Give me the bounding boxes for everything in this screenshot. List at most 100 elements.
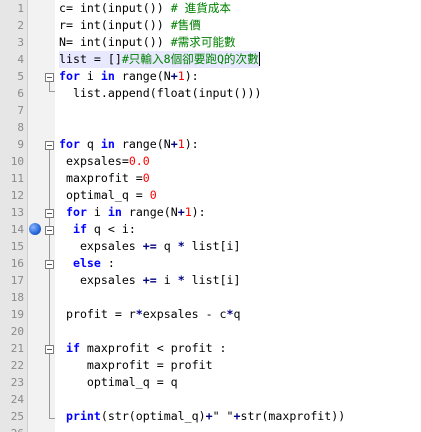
line-number: 5 [17,70,24,83]
code-line[interactable]: 2 r= int(input()) #售價 [0,17,421,34]
code-comment: #需求可能數 [170,35,236,49]
code-text[interactable]: optimal_q = 0 [59,187,157,204]
fold-end [49,91,55,92]
code-keyword: print [65,409,101,423]
code-token: q [233,307,241,321]
line-number: 15 [10,240,24,253]
code-line[interactable]: 5 for i in range(N+1): [0,68,421,85]
code-text[interactable]: expsales += q * list[i] [59,238,241,255]
code-keyword: in [100,69,115,83]
code-line[interactable]: 16 else : [0,255,421,272]
code-text[interactable]: optimal_q = q [59,374,178,391]
code-line[interactable]: 4 list = []#只輸入8個卻要跑Q的次數 [0,51,421,68]
code-operator: * [226,307,234,321]
code-line[interactable]: 25 print(str(optimal_q)+" "+str(maxprofi… [0,408,421,425]
code-token: range(N [121,205,178,219]
code-text[interactable]: maxprofit = profit [59,357,213,374]
code-operator: * [135,307,143,321]
code-text[interactable]: for i in range(N+1): [59,68,199,85]
code-operator: + [205,409,213,423]
code-keyword: in [100,137,115,151]
fold-toggle-icon[interactable] [45,209,54,218]
code-token: maxprofit < profit : [79,341,227,355]
bookmark-icon[interactable] [29,223,41,235]
code-line[interactable]: 13 for i in range(N+1): [0,204,421,221]
code-text[interactable]: maxprofit =0 [59,170,150,187]
code-line[interactable]: 1 c= int(input()) # 進貨成本 [0,0,421,17]
code-line[interactable]: 24 [0,391,421,408]
code-token: ): [191,205,206,219]
code-token: profit = r [59,307,136,321]
code-token: r= int(input()) [59,18,171,32]
fold-line [49,150,50,419]
code-comment: # 進貨成本 [170,1,232,15]
fold-toggle-icon[interactable] [45,226,54,235]
code-line[interactable]: 15 expsales += q * list[i] [0,238,421,255]
code-line[interactable]: 7 [0,102,421,119]
code-text[interactable]: c= int(input()) # 進貨成本 [59,0,231,17]
code-operator: + [233,409,241,423]
line-number: 26 [0,425,24,432]
code-editor[interactable]: 1 c= int(input()) # 進貨成本 2 r= int(input()) … [0,0,421,432]
code-token: expsales= [59,154,129,168]
fold-end [49,418,55,419]
code-line[interactable]: 17 expsales += i * list[i] [0,272,421,289]
code-token: list[i] [184,273,241,287]
code-text[interactable]: expsales += i * list[i] [59,272,241,289]
code-line[interactable]: 12 optimal_q = 0 [0,187,421,204]
line-number: 6 [17,87,24,100]
line-number: 13 [10,206,24,219]
code-text[interactable]: else : [59,255,115,272]
code-text[interactable]: list.append(float(input())) [59,85,261,102]
code-operator: + [177,205,185,219]
code-token: list[i] [184,239,241,253]
code-text[interactable]: print(str(optimal_q)+" "+str(maxprofit)) [59,408,345,425]
code-operator: * [177,239,185,253]
code-line[interactable]: 23 optimal_q = q [0,374,421,391]
line-number: 25 [10,410,24,423]
code-line[interactable]: 9 for q in range(N+1): [0,136,421,153]
code-text[interactable]: profit = r*expsales - c*q [59,306,241,323]
fold-toggle-icon[interactable] [45,141,54,150]
code-token: N= int(input()) [59,35,171,49]
code-text[interactable]: expsales=0.0 [59,153,150,170]
code-line[interactable]: 8 [0,119,421,136]
fold-toggle-icon[interactable] [45,345,54,354]
fold-toggle-icon[interactable] [45,73,54,82]
line-number: 4 [17,53,24,66]
code-line[interactable]: 14 if q < i: [0,221,421,238]
code-line[interactable]: 11 maxprofit =0 [0,170,421,187]
text-caret [258,52,260,66]
code-line[interactable]: 19 profit = r*expsales - c*q [0,306,421,323]
code-token: list = [] [59,52,122,66]
code-line[interactable]: 3 N= int(input()) #需求可能數 [0,34,421,51]
code-line[interactable]: 21 if maxprofit < profit : [0,340,421,357]
code-number: 0 [149,188,157,202]
code-line[interactable]: 20 [0,323,421,340]
code-operator: += [142,273,157,287]
code-token: ): [184,137,199,151]
code-line[interactable]: 22 maxprofit = profit [0,357,421,374]
code-token: range(N [114,69,171,83]
code-text[interactable]: r= int(input()) #售價 [59,17,201,34]
code-token: expsales [59,273,143,287]
code-token: i [79,69,101,83]
code-line[interactable]: 18 [0,289,421,306]
fold-toggle-icon[interactable] [45,260,54,269]
code-token: maxprofit = profit [59,358,213,372]
code-token: optimal_q = [59,188,150,202]
code-keyword: if [72,222,87,236]
code-text[interactable]: if maxprofit < profit : [59,340,227,357]
code-text[interactable]: if q < i: [59,221,136,238]
code-number: 0 [142,171,150,185]
code-text[interactable]: for i in range(N+1): [59,204,206,221]
code-line[interactable]: 6 list.append(float(input())) [0,85,421,102]
code-line[interactable]: 26 [0,425,421,432]
code-token: q [156,239,178,253]
code-text[interactable]: N= int(input()) #需求可能數 [59,34,236,51]
code-text[interactable]: for q in range(N+1): [59,136,199,153]
code-text[interactable]: list = []#只輸入8個卻要跑Q的次數 [59,51,260,68]
code-line[interactable]: 10 expsales=0.0 [0,153,421,170]
